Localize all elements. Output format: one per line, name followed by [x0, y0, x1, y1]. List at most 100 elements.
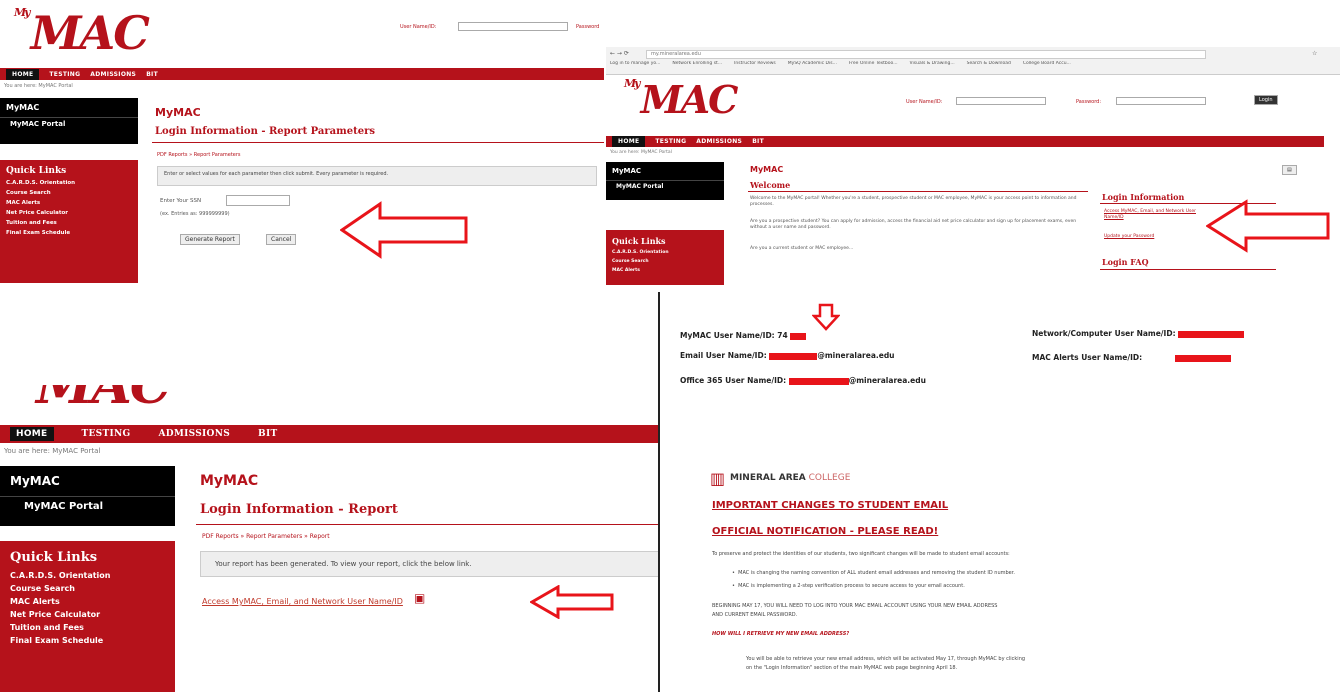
breadcrumb: You are here: MyMAC Portal — [4, 83, 73, 89]
username-input[interactable] — [458, 22, 568, 31]
prospective-text: Are you a prospective student? You can a… — [750, 219, 1077, 230]
username-label: User Name/ID: — [906, 99, 943, 105]
access-credentials-link[interactable]: Access MyMAC, Email, and Network User Na… — [1104, 209, 1204, 221]
page-title: MyMAC — [750, 165, 784, 174]
sidebar-item-portal[interactable]: MyMAC Portal — [0, 496, 175, 516]
quick-links-title: Quick Links — [10, 550, 98, 565]
nav-bit[interactable]: BIT — [752, 138, 764, 145]
panel-email-notice: MyMAC User Name/ID: 74 Email User Name/I… — [660, 295, 1340, 692]
nav-bit[interactable]: BIT — [258, 429, 277, 439]
bookmark[interactable]: Free Online Textboo... — [849, 61, 898, 71]
mymac-username: MyMAC User Name/ID: 74 — [680, 331, 807, 340]
login-button[interactable]: Login — [1254, 95, 1278, 105]
bullet-item: • MAC is changing the naming convention … — [732, 570, 1015, 576]
mymac-logo[interactable]: MyMAC — [14, 6, 150, 60]
report-link[interactable]: Access MyMAC, Email, and Network User Na… — [202, 597, 403, 606]
quick-link[interactable]: Tuition and Fees — [0, 621, 175, 634]
college-name: MINERAL AREA COLLEGE — [730, 473, 851, 483]
bookmark[interactable]: Network Enrolling st... — [672, 61, 722, 71]
print-icon[interactable]: ▤ — [1282, 165, 1297, 175]
ssn-hint: (ex. Entries as: 999999999) — [160, 211, 230, 217]
quick-link[interactable]: Net Price Calculator — [0, 208, 138, 218]
nav-admissions[interactable]: ADMISSIONS — [696, 138, 742, 145]
bookmark[interactable]: Log in to manage yo... — [610, 61, 660, 71]
page-subtitle: Login Information - Report Parameters — [155, 126, 375, 137]
info-box: Your report has been generated. To view … — [200, 551, 660, 577]
ssn-label: Enter Your SSN — [160, 198, 202, 204]
back-icon[interactable]: ← → ⟳ — [610, 50, 629, 57]
quick-link[interactable]: MAC Alerts — [606, 266, 724, 275]
breadcrumb: You are here: MyMAC Portal — [610, 150, 672, 155]
nav-home[interactable]: HOME — [10, 427, 54, 441]
quick-links: Quick Links C.A.R.D.S. Orientation Cours… — [606, 230, 724, 285]
mymac-logo[interactable]: MyMAC — [624, 77, 738, 122]
quick-link[interactable]: C.A.R.D.S. Orientation — [0, 178, 138, 188]
mymac-logo[interactable]: MAC — [36, 385, 171, 416]
nav-admissions[interactable]: ADMISSIONS — [90, 71, 136, 78]
generate-report-button[interactable]: Generate Report — [180, 234, 240, 245]
nav-testing[interactable]: TESTING — [49, 71, 80, 78]
password-label: Password — [576, 24, 600, 30]
welcome-title: Welcome — [750, 180, 791, 190]
quick-link[interactable]: MAC Alerts — [0, 595, 175, 608]
bookmark[interactable]: MySQ Academic Dis... — [788, 61, 837, 71]
bookmark[interactable]: Instructor Reviews — [734, 61, 776, 71]
arrow-down-icon — [812, 303, 840, 331]
top-nav: HOME TESTING ADMISSIONS BIT — [606, 136, 1324, 147]
alerts-username: MAC Alerts User Name/ID: — [1032, 353, 1231, 362]
divider — [196, 524, 660, 525]
sidebar-title: MyMAC — [6, 103, 40, 112]
quick-link[interactable]: Tuition and Fees — [0, 218, 138, 228]
sidebar-title: MyMAC — [10, 474, 60, 488]
sidebar-item-portal[interactable]: MyMAC Portal — [0, 117, 138, 130]
nav-home[interactable]: HOME — [6, 68, 40, 80]
address-bar[interactable]: my.mineralarea.edu — [646, 50, 1206, 59]
quick-link[interactable]: C.A.R.D.S. Orientation — [606, 248, 724, 257]
quick-link[interactable]: Course Search — [0, 188, 138, 198]
quick-link[interactable]: C.A.R.D.S. Orientation — [0, 569, 175, 582]
divider — [152, 142, 604, 143]
sidebar-item-portal[interactable]: MyMAC Portal — [606, 180, 724, 192]
ssn-input[interactable] — [226, 195, 290, 206]
sidebar-title: MyMAC — [612, 167, 642, 175]
nav-home[interactable]: HOME — [612, 136, 646, 147]
login-faq-title: Login FAQ — [1102, 257, 1149, 267]
login-info-title: Login Information — [1102, 192, 1185, 202]
quick-link[interactable]: Net Price Calculator — [0, 608, 175, 621]
sidebar-mymac: MyMAC MyMAC Portal — [606, 162, 724, 200]
quick-link[interactable]: MAC Alerts — [0, 198, 138, 208]
nav-testing[interactable]: TESTING — [82, 429, 131, 439]
star-icon[interactable]: ☆ — [1312, 50, 1317, 57]
username-input[interactable] — [956, 97, 1046, 105]
quick-link[interactable]: Course Search — [606, 257, 724, 266]
quick-link[interactable]: Final Exam Schedule — [0, 634, 175, 647]
bookmark[interactable]: Search & Download — [967, 61, 1011, 71]
password-input[interactable] — [1116, 97, 1206, 105]
heading-official: OFFICIAL NOTIFICATION - PLEASE READ! — [712, 526, 939, 537]
welcome-text: Welcome to the MyMAC portal! Whether you… — [750, 196, 1077, 207]
email-username: Email User Name/ID: @mineralarea.edu — [680, 351, 895, 360]
nav-testing[interactable]: TESTING — [655, 138, 686, 145]
username-label: User Name/ID: — [400, 24, 437, 30]
top-nav: HOME TESTING ADMISSIONS BIT — [0, 68, 604, 80]
beginning-text: BEGINNING MAY 17, YOU WILL NEED TO LOG I… — [712, 603, 998, 609]
beginning-text: AND CURRENT EMAIL PASSWORD. — [712, 612, 798, 618]
nav-admissions[interactable]: ADMISSIONS — [158, 429, 230, 439]
quick-link[interactable]: Final Exam Schedule — [0, 228, 138, 238]
nav-bit[interactable]: BIT — [146, 71, 158, 78]
redaction — [1178, 330, 1245, 338]
panel-portal-home: ← → ⟳ my.mineralarea.edu ☆ Log in to man… — [606, 47, 1340, 285]
cancel-button[interactable]: Cancel — [266, 234, 297, 245]
redaction — [769, 352, 818, 360]
pdf-icon[interactable]: ▣ — [414, 591, 425, 605]
bookmark[interactable]: College Board Accu... — [1023, 61, 1071, 71]
breadcrumb: You are here: MyMAC Portal — [4, 447, 101, 455]
sidebar-mymac: MyMAC MyMAC Portal — [0, 466, 175, 526]
quick-link[interactable]: Course Search — [0, 582, 175, 595]
quick-links-title: Quick Links — [6, 166, 67, 176]
update-password-link[interactable]: Update your Password — [1104, 234, 1154, 239]
info-box: Enter or select values for each paramete… — [157, 166, 597, 186]
intro-text: To preserve and protect the identities o… — [712, 551, 1010, 557]
bookmark[interactable]: Visuals & Drawing... — [910, 61, 955, 71]
panel-report-parameters: MyMAC User Name/ID: Password HOME TESTIN… — [0, 0, 604, 283]
